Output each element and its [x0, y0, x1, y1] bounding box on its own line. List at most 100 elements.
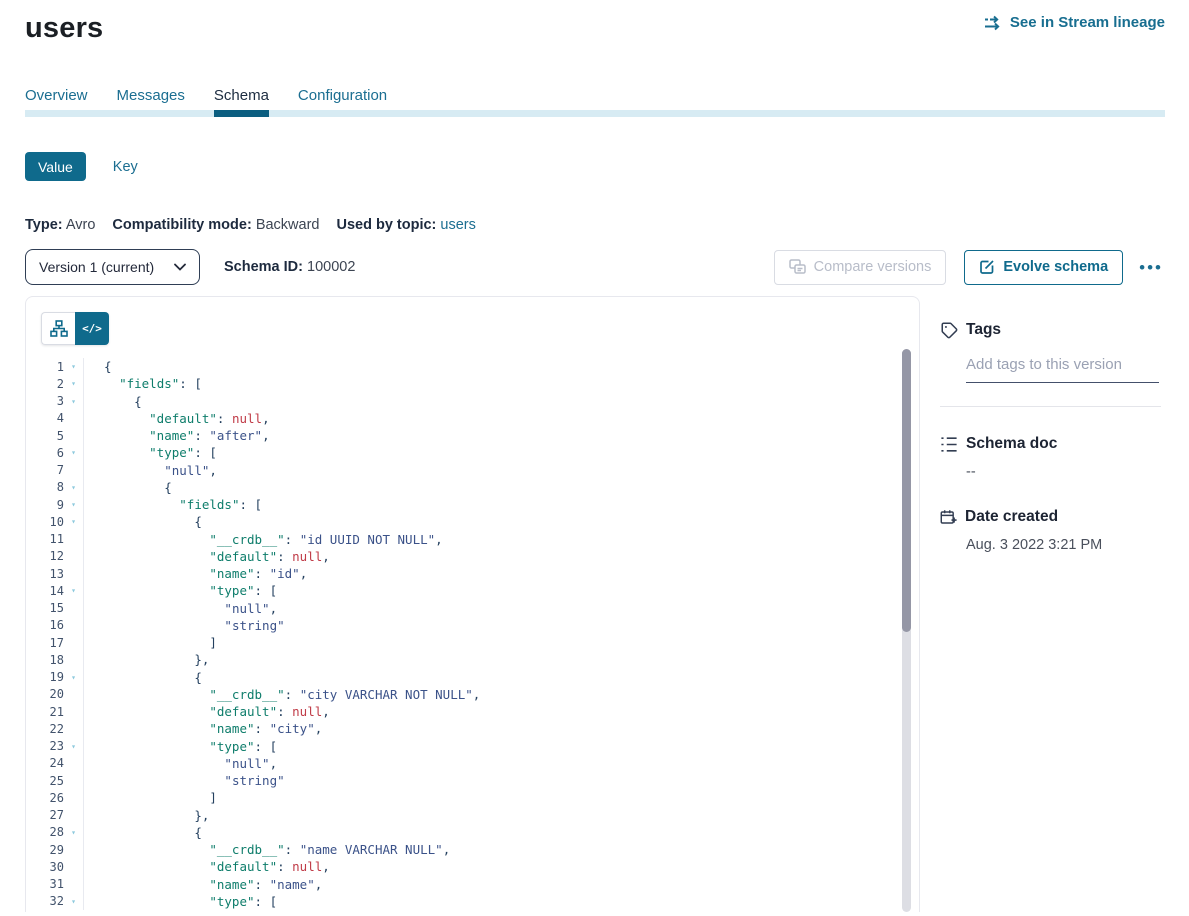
- code-text: ]: [104, 790, 217, 805]
- fold-toggle-icon[interactable]: ▾: [64, 513, 84, 530]
- add-tags-input[interactable]: [966, 356, 1159, 383]
- schema-doc-header: Schema doc: [940, 435, 1161, 453]
- line-number: 18: [26, 653, 64, 667]
- doc-list-icon: [940, 436, 958, 453]
- fold-spacer: [64, 686, 84, 703]
- code-view-button[interactable]: </>: [75, 312, 109, 345]
- code-lines: 1▾{2▾ "fields": [3▾ {4 "default": null,5…: [26, 358, 919, 910]
- code-text: "null",: [104, 601, 277, 616]
- fold-toggle-icon[interactable]: ▾: [64, 669, 84, 686]
- schema-type-value: Avro: [66, 217, 96, 233]
- code-text: "type": [: [104, 894, 277, 909]
- code-line: 13 "name": "id",: [26, 565, 919, 582]
- line-number: 3: [26, 394, 64, 408]
- evolve-schema-button[interactable]: Evolve schema: [964, 250, 1123, 285]
- code-text: {: [104, 670, 202, 685]
- fold-toggle-icon[interactable]: ▾: [64, 738, 84, 755]
- fold-toggle-icon[interactable]: ▾: [64, 375, 84, 392]
- code-line: 23▾ "type": [: [26, 738, 919, 755]
- compatibility-mode-label: Compatibility mode:: [112, 217, 251, 233]
- code-text: "name": "city",: [104, 721, 322, 736]
- page-header: users See in Stream lineage: [25, 0, 1165, 45]
- line-number: 10: [26, 515, 64, 529]
- code-text: "name": "id",: [104, 566, 307, 581]
- code-line: 29 "__crdb__": "name VARCHAR NULL",: [26, 841, 919, 858]
- see-in-stream-lineage-label: See in Stream lineage: [1010, 14, 1165, 31]
- line-number: 12: [26, 549, 64, 563]
- code-text: "null",: [104, 463, 217, 478]
- line-number: 8: [26, 480, 64, 494]
- value-toggle-button[interactable]: Value: [25, 152, 86, 181]
- compatibility-mode: Compatibility mode: Backward: [112, 217, 319, 233]
- line-number: 32: [26, 894, 64, 908]
- line-number: 30: [26, 860, 64, 874]
- schema-meta-row: Type: Avro Compatibility mode: Backward …: [25, 217, 1165, 233]
- line-number: 21: [26, 705, 64, 719]
- key-toggle-button[interactable]: Key: [113, 159, 138, 175]
- date-created-title: Date created: [965, 508, 1058, 526]
- line-number: 22: [26, 722, 64, 736]
- tab-configuration[interactable]: Configuration: [298, 87, 387, 117]
- version-toolbar: Version 1 (current) Schema ID: 100002 Co…: [25, 249, 1165, 285]
- fold-toggle-icon[interactable]: ▾: [64, 824, 84, 841]
- fold-spacer: [64, 807, 84, 824]
- schema-type-label: Type:: [25, 217, 63, 233]
- code-line: 30 "default": null,: [26, 858, 919, 875]
- fold-toggle-icon[interactable]: ▾: [64, 444, 84, 461]
- code-text: "type": [: [104, 445, 217, 460]
- version-select[interactable]: Version 1 (current): [25, 249, 200, 285]
- fold-toggle-icon[interactable]: ▾: [64, 496, 84, 513]
- code-text: "null",: [104, 756, 277, 771]
- see-in-stream-lineage-link[interactable]: See in Stream lineage: [984, 14, 1165, 31]
- code-view-icon: </>: [82, 322, 102, 335]
- compatibility-mode-value: Backward: [256, 217, 320, 233]
- tree-view-button[interactable]: [41, 312, 75, 345]
- code-line: 32▾ "type": [: [26, 893, 919, 910]
- code-text: "type": [: [104, 583, 277, 598]
- code-scrollbar-track[interactable]: [902, 349, 911, 912]
- tab-schema[interactable]: Schema: [214, 87, 269, 117]
- line-number: 16: [26, 618, 64, 632]
- schema-page: users See in Stream lineage Overview Mes…: [0, 0, 1189, 916]
- line-number: 24: [26, 756, 64, 770]
- tab-messages[interactable]: Messages: [117, 87, 185, 117]
- code-line: 22 "name": "city",: [26, 720, 919, 737]
- line-number: 26: [26, 791, 64, 805]
- code-line: 24 "null",: [26, 755, 919, 772]
- date-created-value: Aug. 3 2022 3:21 PM: [966, 537, 1161, 553]
- compare-versions-label: Compare versions: [814, 259, 932, 275]
- fold-toggle-icon[interactable]: ▾: [64, 582, 84, 599]
- line-number: 1: [26, 360, 64, 374]
- fold-toggle-icon[interactable]: ▾: [64, 479, 84, 496]
- topic-tabs: Overview Messages Schema Configuration: [25, 87, 1165, 117]
- version-select-value: Version 1 (current): [39, 259, 154, 275]
- code-text: "name": "name",: [104, 877, 322, 892]
- code-line: 27 },: [26, 807, 919, 824]
- fold-spacer: [64, 755, 84, 772]
- stream-lineage-icon: [984, 15, 1003, 31]
- fold-spacer: [64, 841, 84, 858]
- code-scrollbar-thumb[interactable]: [902, 349, 911, 632]
- code-text: {: [104, 825, 202, 840]
- tab-overview[interactable]: Overview: [25, 87, 88, 117]
- code-text: "fields": [: [104, 376, 202, 391]
- fold-toggle-icon[interactable]: ▾: [64, 358, 84, 375]
- line-number: 6: [26, 446, 64, 460]
- code-line: 28▾ {: [26, 824, 919, 841]
- code-text: "default": null,: [104, 859, 330, 874]
- used-by-topic-link[interactable]: users: [440, 217, 475, 233]
- date-created-section: Date created Aug. 3 2022 3:21 PM: [940, 508, 1161, 553]
- fold-toggle-icon[interactable]: ▾: [64, 893, 84, 910]
- chevron-down-icon: [174, 263, 186, 271]
- code-text: {: [104, 480, 172, 495]
- fold-spacer: [64, 600, 84, 617]
- fold-spacer: [64, 703, 84, 720]
- compare-versions-button[interactable]: Compare versions: [774, 250, 947, 285]
- code-text: ]: [104, 635, 217, 650]
- code-line: 18 },: [26, 651, 919, 668]
- more-actions-button[interactable]: •••: [1137, 255, 1165, 280]
- code-line: 4 "default": null,: [26, 410, 919, 427]
- code-line: 25 "string": [26, 772, 919, 789]
- fold-toggle-icon[interactable]: ▾: [64, 393, 84, 410]
- fold-spacer: [64, 789, 84, 806]
